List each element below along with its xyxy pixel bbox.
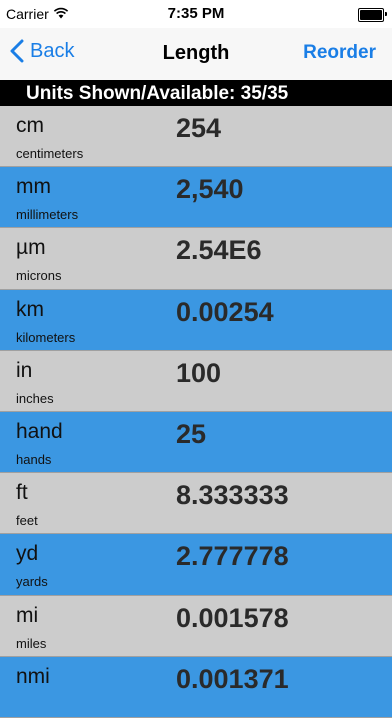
unit-row-in[interactable]: in inches 100 <box>0 350 392 412</box>
unit-abbreviation: in <box>16 358 33 382</box>
unit-value: 2.54E6 <box>176 235 262 266</box>
unit-abbreviation: nmi <box>16 664 50 688</box>
unit-name: millimeters <box>16 207 79 223</box>
unit-abbreviation: yd <box>16 542 39 566</box>
unit-name: inches <box>16 390 54 406</box>
unit-row-nmi[interactable]: nmi 0.001371 <box>0 656 392 718</box>
chevron-left-icon <box>10 39 30 63</box>
unit-value: 0.001578 <box>176 602 289 633</box>
reorder-button[interactable]: Reorder <box>303 42 376 64</box>
unit-row-km[interactable]: km kilometers 0.00254 <box>0 289 392 351</box>
unit-list: cm centimeters 254 mm millimeters 2,540 … <box>0 106 392 718</box>
unit-name: hands <box>16 451 52 467</box>
unit-row-mm[interactable]: mm millimeters 2,540 <box>0 167 392 229</box>
unit-name: kilometers <box>16 329 76 345</box>
unit-row-cm[interactable]: cm centimeters 254 <box>0 106 392 168</box>
unit-value: 254 <box>176 113 222 143</box>
battery-icon <box>358 8 387 22</box>
unit-abbreviation: km <box>16 297 44 321</box>
unit-value: 2,540 <box>176 174 244 205</box>
unit-abbreviation: ft <box>16 481 28 505</box>
unit-abbreviation: hand <box>16 419 63 443</box>
status-time: 7:35 PM <box>167 5 225 22</box>
unit-value: 2.777778 <box>176 541 289 572</box>
unit-name: yards <box>16 574 48 590</box>
unit-row-hand[interactable]: hand hands 25 <box>0 411 392 474</box>
unit-abbreviation: cm <box>16 114 44 137</box>
units-summary-bar: Units Shown/Available: 35/35 <box>0 80 392 106</box>
unit-name: miles <box>16 635 47 651</box>
unit-name: microns <box>16 268 62 284</box>
unit-row-yd[interactable]: yd yards 2.777778 <box>0 534 392 596</box>
unit-value: 25 <box>176 418 207 449</box>
unit-abbreviation: mi <box>16 603 39 627</box>
unit-row-ft[interactable]: ft feet 8.333333 <box>0 473 392 535</box>
navigation-bar: Back Length Reorder <box>0 28 392 80</box>
unit-value: 0.001371 <box>176 663 289 694</box>
unit-abbreviation: mm <box>16 175 51 199</box>
back-label: Back <box>30 39 75 62</box>
unit-value: 0.00254 <box>176 296 274 327</box>
unit-abbreviation: µm <box>16 236 46 260</box>
unit-value: 100 <box>176 357 222 388</box>
back-button[interactable]: Back <box>10 39 74 63</box>
unit-name: centimeters <box>16 146 84 161</box>
status-bar: Carrier 7:35 PM <box>0 0 392 28</box>
unit-row-mi[interactable]: mi miles 0.001578 <box>0 595 392 657</box>
unit-row-um[interactable]: µm microns 2.54E6 <box>0 228 392 290</box>
unit-name: feet <box>16 513 38 529</box>
unit-value: 8.333333 <box>176 480 289 511</box>
